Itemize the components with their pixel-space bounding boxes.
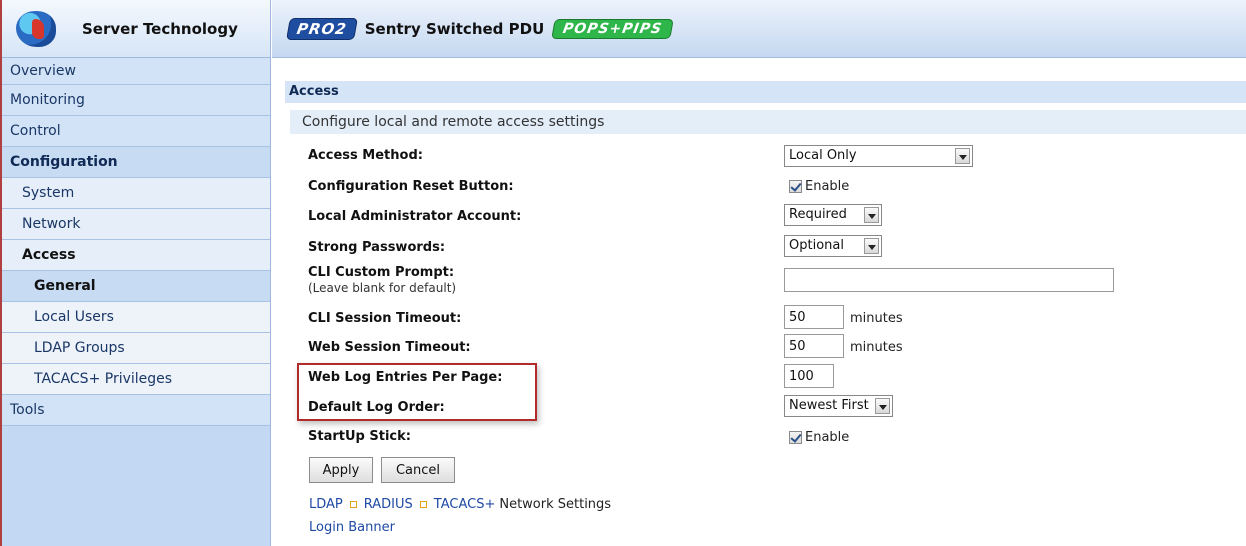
web-timeout-input[interactable] [784,334,844,358]
startup-stick-checkbox-group[interactable]: Enable [789,430,849,445]
sidebar-item-configuration[interactable]: Configuration [2,147,270,178]
sidebar-item-ldap-groups[interactable]: LDAP Groups [2,333,270,364]
sidebar-item-local-users[interactable]: Local Users [2,302,270,333]
access-method-value: Local Only [789,148,857,163]
sidebar-item-access[interactable]: Access [2,240,270,271]
sidebar-item-control[interactable]: Control [2,116,270,147]
strong-passwords-value: Optional [789,238,844,253]
strong-passwords-select[interactable]: Optional [784,235,882,257]
square-bullet-icon [419,501,427,508]
product-title: Sentry Switched PDU [364,19,545,38]
sidebar-item-general[interactable]: General [2,271,270,302]
sidebar-item-tacacs-privileges[interactable]: TACACS+ Privileges [2,364,270,395]
log-entries-label: Web Log Entries Per Page: [308,370,503,385]
header: PRO2 Sentry Switched PDU POPS+PIPS [272,0,1246,58]
cli-prompt-input[interactable] [784,268,1114,292]
server-technology-logo-icon [16,10,56,47]
config-reset-checkbox[interactable] [789,180,802,193]
sidebar-item-overview[interactable]: Overview [2,58,270,85]
web-timeout-unit: minutes [850,340,903,355]
brand-name: Server Technology [82,19,238,38]
local-admin-select[interactable]: Required [784,204,882,226]
config-reset-enable-label: Enable [805,179,850,194]
config-reset-label: Configuration Reset Button: [308,179,514,194]
chevron-down-icon [864,207,879,223]
log-order-value: Newest First [789,398,869,413]
startup-stick-label: StartUp Stick: [308,429,411,444]
local-admin-value: Required [789,207,847,222]
log-entries-input[interactable] [784,364,834,388]
access-method-select[interactable]: Local Only [784,145,973,167]
sidebar: Server Technology Overview Monitoring Co… [0,0,271,546]
local-admin-label: Local Administrator Account: [308,209,522,224]
log-order-select[interactable]: Newest First [784,395,893,417]
network-settings-links: LDAP RADIUS TACACS+ Network Settings [309,497,611,512]
login-banner-link[interactable]: Login Banner [309,520,395,535]
startup-stick-enable-label: Enable [805,430,850,445]
cli-timeout-unit: minutes [850,311,903,326]
cli-prompt-label-text: CLI Custom Prompt: [308,265,455,280]
cli-prompt-label: CLI Custom Prompt: (Leave blank for defa… [308,265,456,295]
cli-prompt-hint: (Leave blank for default) [308,281,457,295]
access-method-label: Access Method: [308,148,423,163]
pro2-logo: PRO2 [286,17,358,40]
startup-stick-checkbox[interactable] [789,431,802,444]
sidebar-item-system[interactable]: System [2,178,270,209]
square-bullet-icon [349,501,357,508]
cli-timeout-label: CLI Session Timeout: [308,311,462,326]
brand[interactable]: Server Technology [2,0,270,58]
cli-timeout-input[interactable] [784,305,844,329]
ldap-link[interactable]: LDAP [309,497,343,512]
apply-button[interactable]: Apply [309,457,373,483]
sidebar-item-tools[interactable]: Tools [2,395,270,426]
cancel-button[interactable]: Cancel [381,457,455,483]
sidebar-item-network[interactable]: Network [2,209,270,240]
pops-pips-logo: POPS+PIPS [551,18,675,39]
config-reset-checkbox-group[interactable]: Enable [789,179,849,194]
radius-link[interactable]: RADIUS [364,497,413,512]
web-timeout-label: Web Session Timeout: [308,340,471,355]
chevron-down-icon [955,148,970,164]
tacacs-link[interactable]: TACACS+ [434,497,496,512]
chevron-down-icon [875,398,890,414]
sidebar-item-monitoring[interactable]: Monitoring [2,85,270,116]
log-order-label: Default Log Order: [308,400,445,415]
section-subtitle: Configure local and remote access settin… [290,110,1246,134]
network-settings-text: Network Settings [499,497,612,512]
section-title: Access [285,81,1246,103]
chevron-down-icon [864,238,879,254]
strong-passwords-label: Strong Passwords: [308,240,446,255]
